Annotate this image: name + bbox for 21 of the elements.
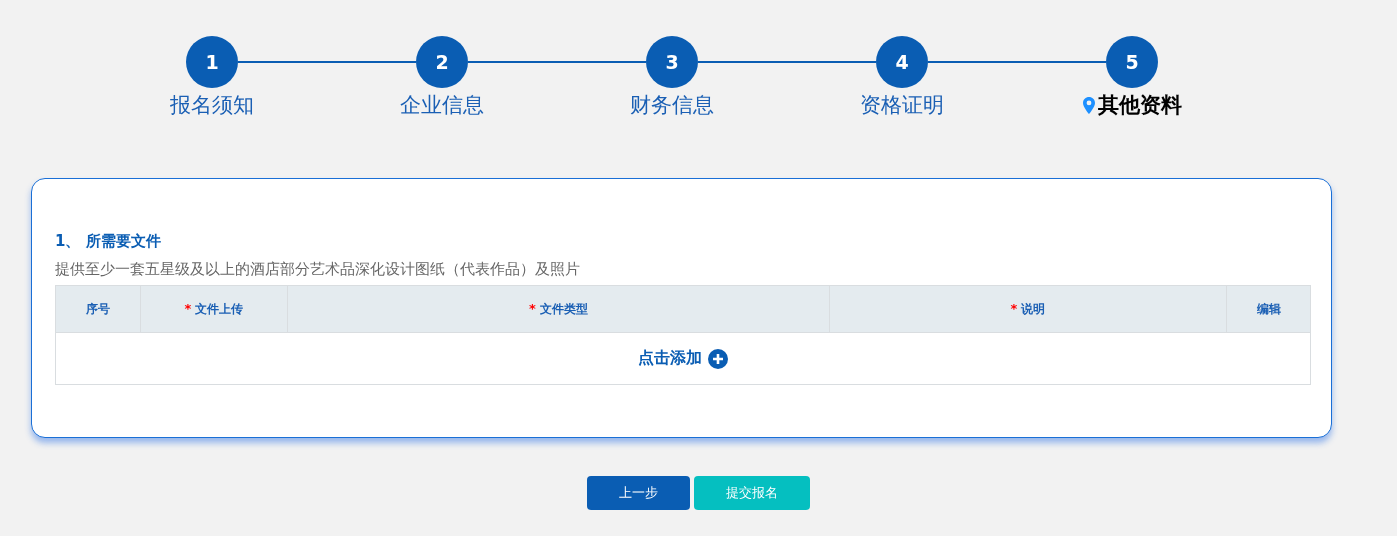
column-header: * 文件上传 — [140, 285, 288, 333]
step-label[interactable]: 财务信息 — [630, 91, 714, 119]
column-header: * 文件类型 — [287, 285, 830, 333]
section-description: 提供至少一套五星级及以上的酒店部分艺术品深化设计图纸（代表作品）及照片 — [55, 260, 581, 280]
step-label[interactable]: 企业信息 — [400, 91, 484, 119]
column-header: 编辑 — [1226, 285, 1311, 333]
section-title: 1、 所需要文件 — [55, 232, 162, 252]
plus-icon — [708, 348, 728, 369]
step-label[interactable]: 资格证明 — [860, 91, 944, 119]
step-number[interactable]: 1 — [186, 36, 238, 88]
step-label[interactable]: 其他资料 — [1097, 91, 1182, 119]
column-header: 序号 — [55, 285, 141, 333]
step-label[interactable]: 报名须知 — [170, 91, 254, 119]
step-number[interactable]: 5 — [1106, 36, 1158, 88]
add-row-button[interactable]: 点击添加 — [636, 346, 730, 371]
step-number[interactable]: 3 — [646, 36, 698, 88]
location-pin-icon — [1082, 96, 1095, 114]
back-button[interactable]: 上一步 — [587, 476, 690, 510]
step-number[interactable]: 2 — [416, 36, 468, 88]
step-number[interactable]: 4 — [876, 36, 928, 88]
column-header: * 说明 — [829, 285, 1227, 333]
